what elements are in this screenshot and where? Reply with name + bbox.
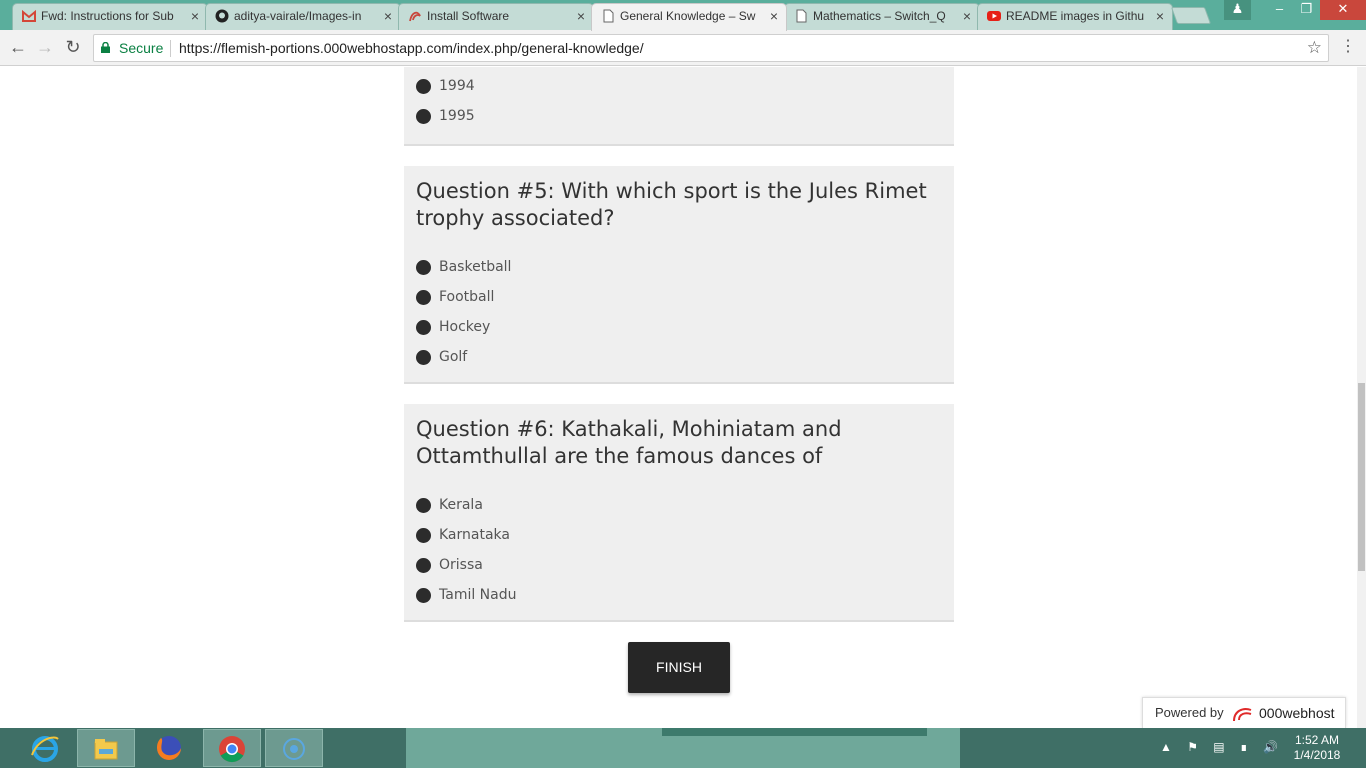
tab-gmail[interactable]: Fwd: Instructions for Sub ×	[12, 3, 208, 30]
answer-option[interactable]: Tamil Nadu	[416, 580, 942, 610]
answer-option[interactable]: Karnataka	[416, 520, 942, 550]
answer-option[interactable]: Kerala	[416, 490, 942, 520]
question-card-6: Question #6: Kathakali, Mohiniatam and O…	[404, 404, 954, 622]
tab-github[interactable]: aditya-vairale/Images-in ×	[205, 3, 401, 30]
tab-title: README images in Githu	[1006, 9, 1145, 23]
option-label: Basketball	[439, 259, 512, 275]
tab-strip: Fwd: Instructions for Sub × aditya-vaira…	[0, 0, 1366, 31]
option-label: Karnataka	[439, 527, 510, 543]
system-tray-icons[interactable]: ▲ ⚑ ▤ ∎ 🔊	[1160, 740, 1284, 754]
close-icon[interactable]: ×	[1156, 4, 1164, 28]
answer-option[interactable]: Football	[416, 282, 942, 312]
finish-button[interactable]: FINISH	[628, 642, 730, 693]
github-icon	[215, 9, 229, 23]
gmail-icon	[22, 9, 36, 22]
youtube-icon	[987, 11, 1001, 21]
restore-button[interactable]: ❐	[1293, 0, 1320, 20]
taskbar-clock[interactable]: 1:52 AM 1/4/2018	[1282, 733, 1352, 763]
option-label: 1994	[439, 78, 475, 94]
firefox-icon[interactable]	[140, 729, 198, 767]
radio-button[interactable]	[416, 320, 431, 335]
answer-option[interactable]: Hockey	[416, 312, 942, 342]
file-explorer-icon[interactable]	[77, 729, 135, 767]
back-arrow-icon[interactable]: ←	[6, 36, 30, 60]
option-label: 1995	[439, 108, 475, 124]
reload-icon[interactable]: ↻	[61, 36, 85, 60]
powered-by-badge[interactable]: Powered by 000webhost	[1142, 697, 1346, 728]
secure-label: Secure	[119, 40, 164, 56]
page-icon	[603, 9, 614, 23]
tab-general-knowledge[interactable]: General Knowledge – Sw ×	[591, 3, 787, 31]
tab-install-software[interactable]: Install Software ×	[398, 3, 594, 30]
option-label: Football	[439, 289, 495, 305]
page-scrollbar[interactable]	[1357, 67, 1366, 728]
answer-option[interactable]: 1995	[416, 101, 942, 131]
option-label: Golf	[439, 349, 468, 365]
tab-title: Fwd: Instructions for Sub	[41, 9, 174, 23]
internet-explorer-icon[interactable]	[16, 729, 74, 767]
close-icon[interactable]: ×	[577, 4, 585, 28]
tab-title: Mathematics – Switch_Q	[813, 9, 946, 23]
clock-time: 1:52 AM	[1294, 733, 1340, 747]
profile-icon[interactable]: ♟	[1224, 0, 1251, 20]
answer-option[interactable]: Orissa	[416, 550, 942, 580]
answer-option[interactable]: 1994	[416, 71, 942, 101]
radio-button[interactable]	[416, 498, 431, 513]
tab-title: General Knowledge – Sw	[620, 9, 756, 23]
clock-date: 1/4/2018	[1293, 748, 1341, 762]
radio-button[interactable]	[416, 290, 431, 305]
option-label: Hockey	[439, 319, 491, 335]
browser-toolbar: ← → ↻ Secure https://flemish-portions.00…	[0, 30, 1366, 66]
windows-taskbar: ▲ ⚑ ▤ ∎ 🔊 1:52 AM 1/4/2018	[0, 728, 1366, 768]
tab-readme-images[interactable]: README images in Githu ×	[977, 3, 1173, 30]
radio-button[interactable]	[416, 350, 431, 365]
chrome-icon[interactable]	[203, 729, 261, 767]
radio-button[interactable]	[416, 109, 431, 124]
option-label: Kerala	[439, 497, 483, 513]
radio-button[interactable]	[416, 558, 431, 573]
radio-button[interactable]	[416, 588, 431, 603]
address-bar[interactable]: Secure https://flemish-portions.000webho…	[93, 34, 1329, 62]
close-icon[interactable]: ×	[770, 4, 778, 28]
taskbar-accent-bar	[662, 728, 927, 736]
tab-title: Install Software	[427, 9, 510, 23]
scrollbar-thumb[interactable]	[1358, 383, 1365, 571]
minimize-button[interactable]: –	[1266, 0, 1293, 20]
question-card-4: 1994 1995	[404, 67, 954, 146]
lock-icon	[101, 42, 110, 53]
close-icon[interactable]: ×	[191, 4, 199, 28]
close-icon[interactable]: ×	[384, 4, 392, 28]
bookmark-star-icon[interactable]: ☆	[1307, 35, 1322, 61]
divider	[170, 40, 171, 57]
close-icon[interactable]: ×	[963, 4, 971, 28]
000webhost-logo-icon	[1233, 708, 1252, 722]
cortana-icon[interactable]	[265, 729, 323, 767]
brand-name: 000webhost	[1259, 705, 1335, 721]
url-text[interactable]: https://flemish-portions.000webhostapp.c…	[179, 35, 644, 61]
tab-mathematics[interactable]: Mathematics – Switch_Q ×	[784, 3, 980, 30]
radio-button[interactable]	[416, 260, 431, 275]
page-icon	[796, 9, 807, 23]
page-viewport: 1994 1995 Question #5: With which sport …	[0, 67, 1366, 728]
option-label: Tamil Nadu	[439, 587, 517, 603]
question-card-5: Question #5: With which sport is the Jul…	[404, 166, 954, 384]
answer-option[interactable]: Basketball	[416, 252, 942, 282]
answer-option[interactable]: Golf	[416, 342, 942, 372]
new-tab-button[interactable]	[1170, 7, 1212, 24]
menu-icon[interactable]: ⋮	[1340, 36, 1356, 58]
radio-button[interactable]	[416, 528, 431, 543]
radio-button[interactable]	[416, 79, 431, 94]
swirl-icon	[409, 11, 421, 22]
tab-title: aditya-vairale/Images-in	[234, 9, 362, 23]
question-title: Question #5: With which sport is the Jul…	[416, 179, 927, 230]
forward-arrow-icon[interactable]: →	[33, 36, 57, 60]
window-close-button[interactable]: ✕	[1320, 0, 1366, 20]
question-title: Question #6: Kathakali, Mohiniatam and O…	[416, 417, 842, 468]
powered-by-label: Powered by	[1155, 705, 1224, 720]
option-label: Orissa	[439, 557, 483, 573]
